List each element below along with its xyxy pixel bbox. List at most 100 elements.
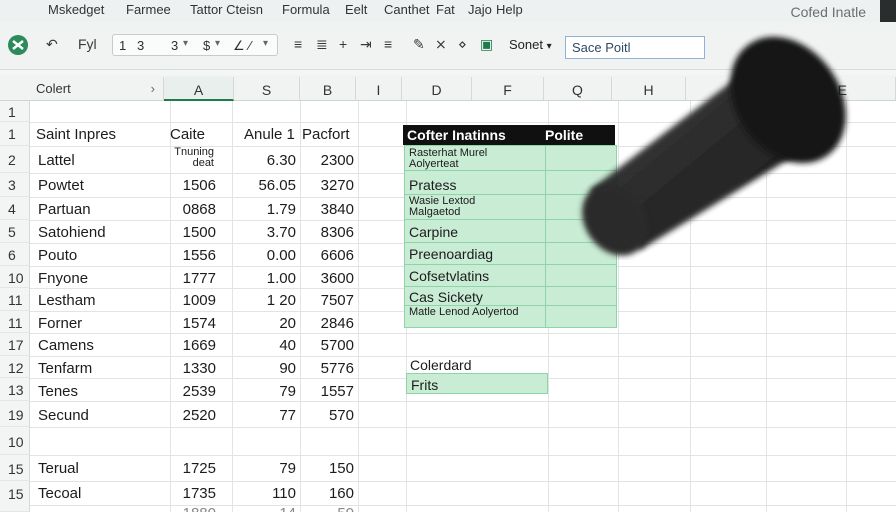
size-value-1[interactable]: 1 xyxy=(119,38,126,53)
menu-item-5[interactable]: Eelt xyxy=(345,2,367,17)
row-header[interactable]: 19 xyxy=(0,401,30,427)
header-cell-s[interactable]: Anule 1 xyxy=(244,126,295,143)
row-header[interactable]: 11 xyxy=(0,311,30,333)
cell-name[interactable]: Secund xyxy=(38,407,89,424)
cell-b[interactable]: 160 xyxy=(300,485,354,502)
cell-b[interactable]: 5700 xyxy=(300,337,354,354)
menu-item-3[interactable]: Tattor Cteisn xyxy=(190,2,263,17)
row-header[interactable]: 13 xyxy=(0,378,30,401)
cell-a[interactable]: 0868 xyxy=(172,201,216,218)
chevron-down-icon[interactable]: ▾ xyxy=(263,38,268,49)
filter-icon[interactable]: ⋄ xyxy=(458,36,467,53)
column-header-e[interactable]: E xyxy=(686,77,896,101)
chevron-down-icon[interactable]: ▾ xyxy=(215,38,220,49)
cell-name[interactable]: Lattel xyxy=(38,152,75,169)
cell-a[interactable]: 2539 xyxy=(172,383,216,400)
cell-b[interactable]: 3600 xyxy=(300,270,354,287)
cell-b[interactable]: 50 xyxy=(300,505,354,512)
cell-a[interactable]: 1330 xyxy=(172,360,216,377)
column-header-d[interactable]: D xyxy=(402,77,472,101)
menu-item-1[interactable]: Mskedget xyxy=(48,2,104,17)
panel-item[interactable]: Preenoardiag xyxy=(409,246,493,262)
align-left-icon[interactable]: ≡ xyxy=(294,36,302,52)
size-value-3[interactable]: 3 xyxy=(171,38,178,53)
row-header[interactable]: 1 xyxy=(0,122,30,146)
cell-s[interactable]: 79 xyxy=(232,460,296,477)
cell-b[interactable]: 8306 xyxy=(300,224,354,241)
cell-b[interactable]: 2300 xyxy=(300,152,354,169)
row-header[interactable]: 10 xyxy=(0,266,30,288)
cell-a[interactable]: Tnuning deat xyxy=(172,147,214,169)
cell-name[interactable]: Lestham xyxy=(38,292,96,309)
column-header-q[interactable]: Q xyxy=(544,77,612,101)
font-select[interactable]: Sonet ▾ xyxy=(509,37,552,52)
cell-a[interactable]: 1777 xyxy=(172,270,216,287)
row-header[interactable]: 1 xyxy=(0,101,30,122)
row-header[interactable]: 15 xyxy=(0,455,30,481)
row-header[interactable]: 5 xyxy=(0,220,30,243)
menu-item-8[interactable]: Jajo xyxy=(468,2,492,17)
sheet-icon[interactable]: ▣ xyxy=(480,36,493,53)
cell-b[interactable]: 150 xyxy=(300,460,354,477)
column-header-b[interactable]: B xyxy=(300,77,356,101)
column-header-i[interactable]: I xyxy=(356,77,402,101)
cell-name[interactable]: Powtet xyxy=(38,177,84,194)
cell-name[interactable]: Tecoal xyxy=(38,485,81,502)
cell-name[interactable]: Pouto xyxy=(38,247,77,264)
cell-s[interactable]: 77 xyxy=(232,407,296,424)
column-header-f[interactable]: F xyxy=(472,77,544,101)
cell-s[interactable]: 0.00 xyxy=(232,247,296,264)
cell-b[interactable]: 5776 xyxy=(300,360,354,377)
cell-s[interactable]: 20 xyxy=(232,315,296,332)
panel-item[interactable]: Pratess xyxy=(409,177,456,193)
cell-name[interactable]: Tenes xyxy=(38,383,78,400)
cell-a[interactable]: 1506 xyxy=(172,177,216,194)
cell-name[interactable]: Fnyone xyxy=(38,270,88,287)
cell-name[interactable]: Tenfarm xyxy=(38,360,92,377)
row-header[interactable]: 2 xyxy=(0,146,30,173)
cell-b[interactable]: 3840 xyxy=(300,201,354,218)
angle-icon[interactable]: ∠ xyxy=(233,38,245,54)
name-box[interactable]: Colert › xyxy=(30,77,164,101)
cell-s[interactable]: 6.30 xyxy=(232,152,296,169)
cell-a[interactable]: 1009 xyxy=(172,292,216,309)
header-cell-name[interactable]: Saint Inpres xyxy=(36,126,116,143)
row-header[interactable]: 17 xyxy=(0,333,30,356)
style-input[interactable]: Sace Poitl xyxy=(565,36,705,59)
cell-a[interactable]: 1500 xyxy=(172,224,216,241)
insert-icon[interactable]: + xyxy=(339,36,347,52)
font-icon[interactable]: Fyl xyxy=(78,36,97,52)
undo-icon[interactable]: ↶ xyxy=(46,36,58,53)
panel-item[interactable]: Wasie Lextod Malgaetod xyxy=(409,196,519,218)
cell-a[interactable]: 1556 xyxy=(172,247,216,264)
cell-s[interactable]: 1.00 xyxy=(232,270,296,287)
cell-a[interactable]: 1735 xyxy=(172,485,216,502)
row-header[interactable]: 6 xyxy=(0,243,30,266)
column-header-a[interactable]: A xyxy=(164,77,234,101)
crop-icon[interactable]: ⨯ xyxy=(435,36,447,53)
cell-s[interactable]: 79 xyxy=(232,383,296,400)
row-header[interactable]: 10 xyxy=(0,427,30,455)
menu-item-7[interactable]: Fat xyxy=(436,2,455,17)
cell-b[interactable]: 7507 xyxy=(300,292,354,309)
panel-item[interactable]: Carpine xyxy=(409,224,458,240)
row-header[interactable]: 4 xyxy=(0,197,30,220)
column-header-h[interactable]: H xyxy=(612,77,686,101)
cell-b[interactable]: 3270 xyxy=(300,177,354,194)
panel-item[interactable]: Matle Lenod Aolyertod xyxy=(409,307,519,318)
cell-s[interactable]: 1 20 xyxy=(232,292,296,309)
row-header[interactable]: 15 xyxy=(0,481,30,512)
row-header[interactable]: 12 xyxy=(0,356,30,378)
menu-item-6[interactable]: Canthet xyxy=(384,2,430,17)
currency-icon[interactable]: $ xyxy=(203,38,210,53)
cell-b[interactable]: 2846 xyxy=(300,315,354,332)
panel-item[interactable]: Cofsetvlatins xyxy=(409,268,489,284)
cell-b[interactable]: 570 xyxy=(300,407,354,424)
indent-icon[interactable]: ⇥ xyxy=(360,36,372,53)
cell-a[interactable]: 1725 xyxy=(172,460,216,477)
panel-item[interactable]: Cas Sickety xyxy=(409,289,483,305)
column-header-s[interactable]: S xyxy=(234,77,300,101)
cell-s[interactable]: 1.79 xyxy=(232,201,296,218)
row-header[interactable]: 3 xyxy=(0,173,30,197)
cell-s[interactable]: 110 xyxy=(232,485,296,502)
